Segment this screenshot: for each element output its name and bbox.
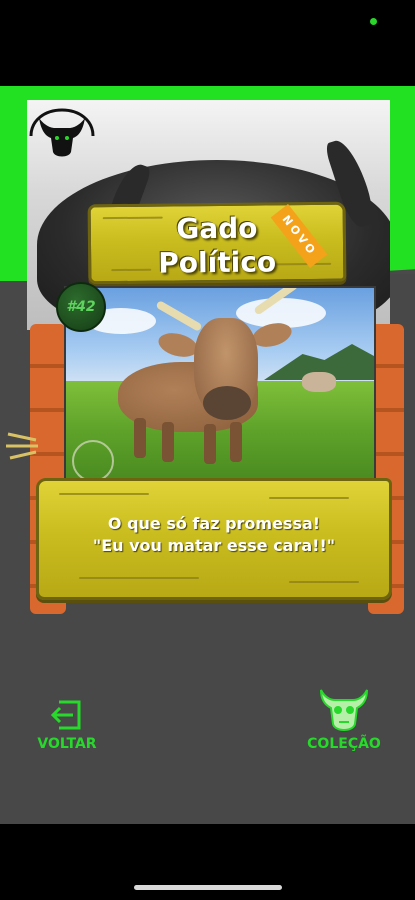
background-cow	[302, 372, 336, 392]
collection-button[interactable]: COLEÇÃO	[296, 684, 392, 754]
bull-logo-icon	[29, 108, 95, 157]
back-button-label: VOLTAR	[37, 736, 97, 752]
card-description: O que só faz promessa! "Eu vou matar ess…	[49, 513, 379, 557]
description-plank: O que só faz promessa! "Eu vou matar ess…	[36, 478, 392, 600]
description-line-1: O que só faz promessa!	[107, 514, 321, 533]
exit-arrow-icon	[50, 700, 81, 730]
cow-skull-icon	[320, 689, 368, 731]
card-photo	[64, 286, 376, 484]
cow-muzzle	[203, 386, 251, 420]
app-screen: Gado Político NOVO #42 O que só faz prom…	[0, 86, 415, 824]
back-button[interactable]: VOLTAR	[28, 698, 106, 754]
status-indicator-dot	[370, 18, 377, 25]
home-indicator[interactable]	[134, 885, 282, 890]
card-number-badge: #42	[56, 282, 106, 332]
straw-decoration	[6, 432, 38, 460]
description-line-2: "Eu vou matar esse cara!!"	[92, 536, 336, 555]
status-bar	[0, 0, 415, 86]
collection-button-label: COLEÇÃO	[307, 736, 381, 752]
watermark-logo-icon	[72, 440, 114, 482]
